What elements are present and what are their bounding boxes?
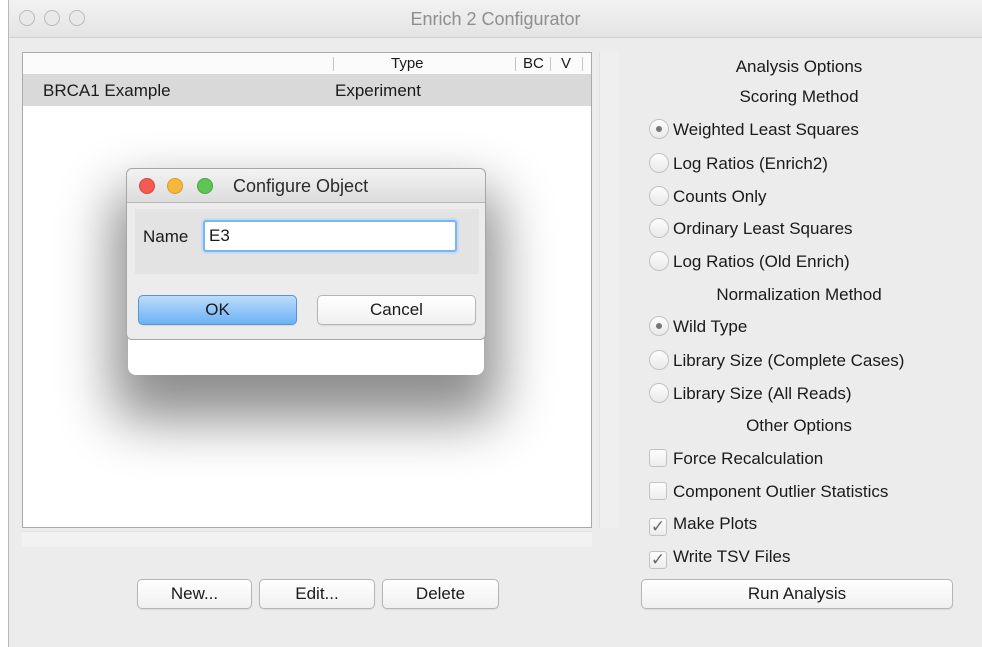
scoring-option-log-ratios-old[interactable]: Log Ratios (Old Enrich): [649, 251, 850, 272]
component-outlier-statistics-checkbox[interactable]: Component Outlier Statistics: [649, 482, 888, 502]
dialog-body: Name: [135, 209, 479, 274]
radio-selected-icon[interactable]: [649, 316, 669, 336]
dialog-title-bar: Configure Object: [127, 169, 485, 203]
radio-icon[interactable]: [649, 218, 669, 238]
zoom-icon[interactable]: [197, 178, 213, 194]
scoring-option-counts-only[interactable]: Counts Only: [649, 186, 767, 207]
edit-button[interactable]: Edit...: [259, 579, 375, 609]
name-label: Name: [143, 227, 189, 246]
scoring-option-log-ratios-enrich2[interactable]: Log Ratios (Enrich2): [649, 153, 828, 174]
write-tsv-files-checkbox[interactable]: ✓ Write TSV Files: [649, 547, 790, 569]
radio-icon[interactable]: [649, 383, 669, 403]
configure-object-dialog: Configure Object Name OK Cancel: [126, 168, 486, 340]
delete-button[interactable]: Delete: [382, 579, 499, 609]
minimize-icon[interactable]: [167, 178, 183, 194]
ok-button[interactable]: OK: [138, 295, 297, 325]
radio-icon[interactable]: [649, 153, 669, 173]
scoring-option-wls[interactable]: Weighted Least Squares: [649, 119, 859, 140]
column-header-bc[interactable]: BC: [523, 55, 544, 72]
cancel-button[interactable]: Cancel: [317, 295, 476, 325]
normalization-option-wild-type[interactable]: Wild Type: [649, 316, 747, 337]
column-header-v[interactable]: V: [561, 55, 571, 72]
tree-row[interactable]: BRCA1 Example Experiment: [23, 75, 591, 106]
dialog-title: Configure Object: [233, 176, 369, 196]
normalization-option-all-reads[interactable]: Library Size (All Reads): [649, 383, 852, 404]
radio-icon[interactable]: [649, 251, 669, 271]
close-icon[interactable]: [139, 178, 155, 194]
options-panel: Analysis Options Scoring Method Weighted…: [639, 0, 982, 647]
tree-header: Type BC V: [23, 53, 591, 75]
column-header-type[interactable]: Type: [391, 55, 424, 72]
horizontal-scrollbar[interactable]: [22, 531, 592, 547]
name-input[interactable]: [203, 220, 457, 252]
radio-selected-icon[interactable]: [649, 119, 669, 139]
radio-icon[interactable]: [649, 350, 669, 370]
force-recalculation-checkbox[interactable]: Force Recalculation: [649, 449, 823, 469]
normalization-option-complete-cases[interactable]: Library Size (Complete Cases): [649, 350, 904, 371]
checkbox-icon[interactable]: [649, 482, 667, 500]
make-plots-checkbox[interactable]: ✓ Make Plots: [649, 514, 757, 536]
analysis-options-heading: Analysis Options: [735, 57, 863, 76]
other-options-heading: Other Options: [746, 416, 852, 435]
new-button[interactable]: New...: [137, 579, 252, 609]
checkmark-icon[interactable]: ✓: [649, 518, 667, 536]
checkmark-icon[interactable]: ✓: [649, 551, 667, 569]
tree-row-name: BRCA1 Example: [43, 81, 171, 100]
scoring-method-heading: Scoring Method: [739, 87, 859, 106]
vertical-scrollbar[interactable]: [599, 52, 619, 528]
run-analysis-button[interactable]: Run Analysis: [641, 579, 953, 609]
normalization-method-heading: Normalization Method: [716, 285, 882, 304]
tree-row-type: Experiment: [335, 81, 421, 100]
scoring-option-ols[interactable]: Ordinary Least Squares: [649, 218, 853, 239]
checkbox-icon[interactable]: [649, 449, 667, 467]
radio-icon[interactable]: [649, 186, 669, 206]
